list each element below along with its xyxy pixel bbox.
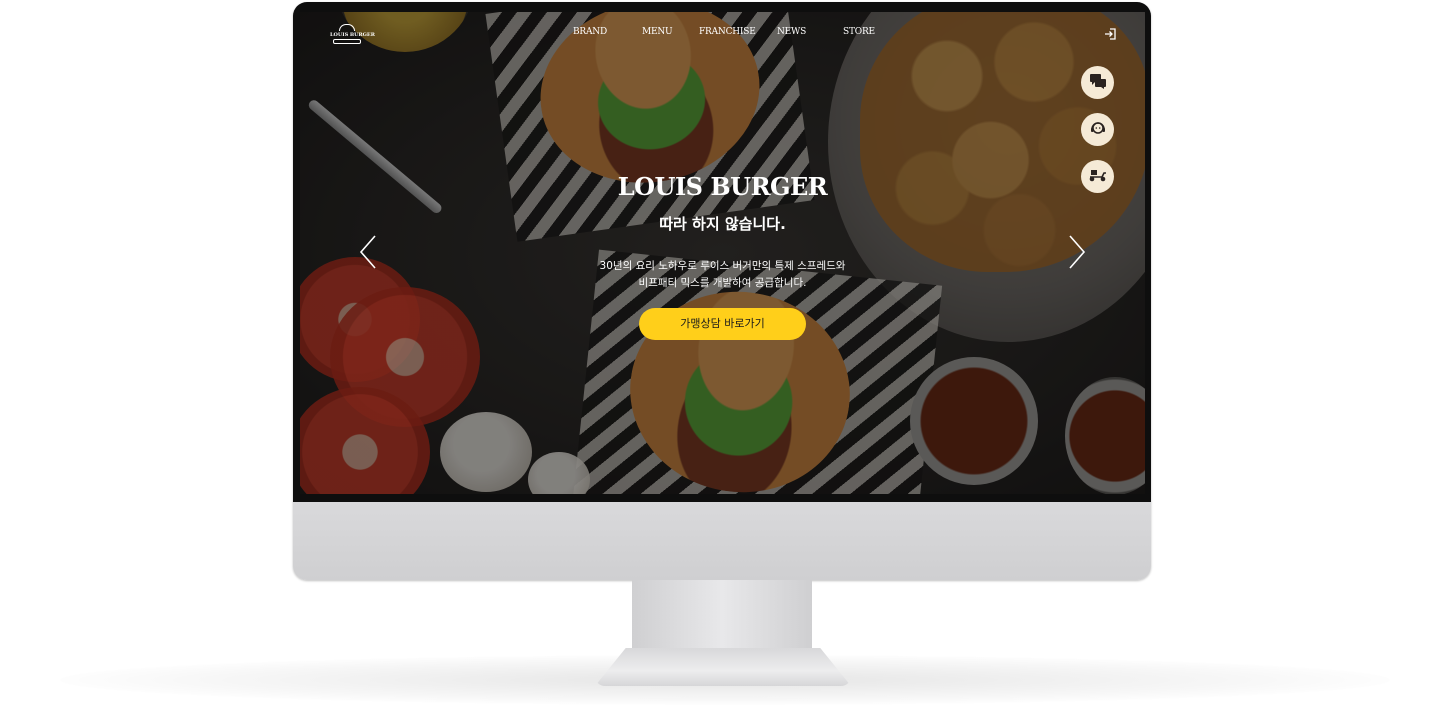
quick-chat-button[interactable]: [1081, 66, 1114, 99]
nav-item-menu[interactable]: MENU: [642, 27, 673, 37]
hero-subtitle: 따라 하지 않습니다.: [659, 215, 786, 233]
nav-item-store[interactable]: STORE: [843, 27, 875, 37]
hero-description-line: 30년의 요리 노하우로 루이스 버거만의 특제 스프레드와: [599, 260, 846, 272]
hero-title: LOUIS BURGER: [617, 172, 828, 201]
nav-item-news[interactable]: NEWS: [777, 27, 806, 37]
monitor-chin: [293, 502, 1151, 580]
main-menu: BRAND MENU FRANCHISE NEWS STORE: [300, 27, 1145, 41]
nav-item-brand[interactable]: BRAND: [573, 27, 607, 37]
hero-description-line: 비프패티 믹스를 개발하여 공급합니다.: [638, 277, 807, 289]
website-screen: LOUIS BURGER BRAND MENU FRANCHISE NEWS S…: [300, 12, 1145, 494]
chat-icon: [1089, 73, 1107, 93]
support-agent-icon: [1089, 119, 1107, 141]
nav-item-franchise[interactable]: FRANCHISE: [699, 27, 756, 37]
monitor-neck: [632, 580, 812, 650]
hero-background-image: [300, 12, 1145, 494]
mockup-stage: LOUIS BURGER BRAND MENU FRANCHISE NEWS S…: [0, 0, 1445, 715]
hero-description: 30년의 요리 노하우로 루이스 버거만의 특제 스프레드와 비프패티 믹스를 …: [300, 258, 1145, 292]
dark-overlay: [300, 12, 1145, 494]
quick-support-button[interactable]: [1081, 113, 1114, 146]
site-header: LOUIS BURGER BRAND MENU FRANCHISE NEWS S…: [300, 12, 1145, 56]
franchise-consult-button[interactable]: 가맹상담 바로가기: [639, 308, 806, 340]
monitor-foot: [595, 648, 851, 686]
login-icon[interactable]: [1103, 26, 1117, 40]
